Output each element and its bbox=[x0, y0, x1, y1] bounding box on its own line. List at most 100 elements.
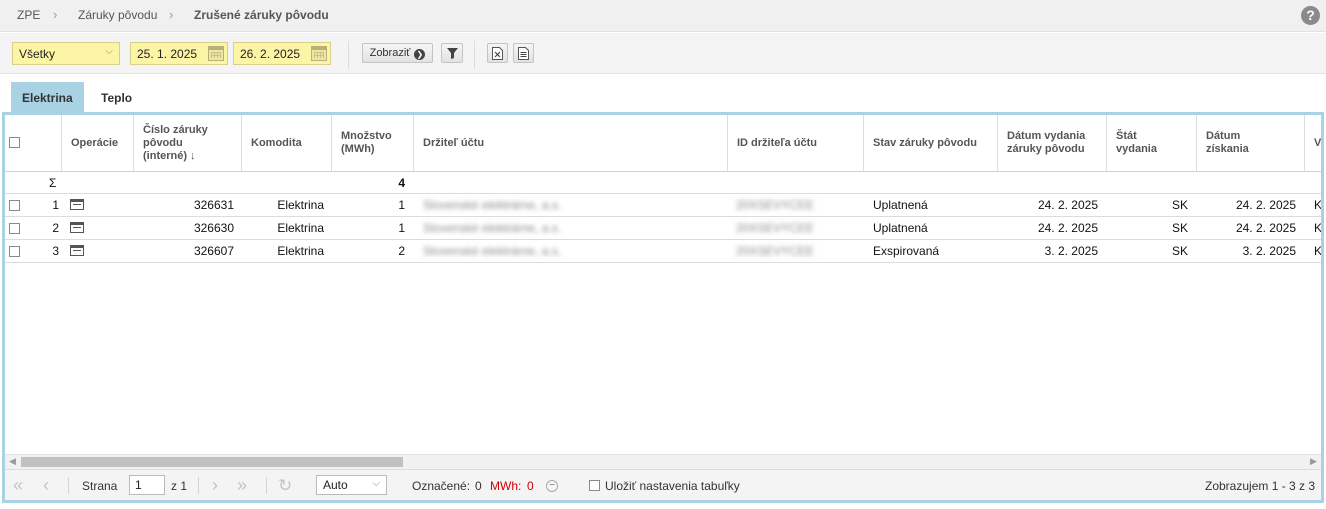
refresh-icon[interactable]: ↻ bbox=[278, 476, 292, 496]
export-excel-button[interactable] bbox=[487, 43, 508, 63]
row-detail-icon[interactable] bbox=[70, 245, 84, 256]
date-to-input[interactable]: 26. 2. 2025 bbox=[233, 42, 331, 65]
table-header: Operácie Číslo záruky pôvodu (interné) ↓… bbox=[5, 115, 1321, 172]
cell-amount: 2 bbox=[398, 244, 405, 258]
row-index: 1 bbox=[52, 198, 59, 212]
calendar-icon[interactable] bbox=[311, 46, 327, 61]
select-all-checkbox[interactable] bbox=[9, 137, 20, 148]
cell-acquired: 24. 2. 2025 bbox=[1235, 221, 1296, 235]
cell-issue-state: SK bbox=[1171, 198, 1188, 212]
toolbar: Všetky ⌵ 25. 1. 2025 26. 2. 2025 Zobrazi… bbox=[0, 33, 1326, 74]
scroll-left-icon[interactable]: ◀ bbox=[9, 456, 16, 467]
header-state[interactable]: Stav záruky pôvodu bbox=[864, 115, 998, 171]
export-pdf-button[interactable] bbox=[513, 43, 534, 63]
marked-count: 0 bbox=[475, 479, 482, 493]
cell-commodity: Elektrina bbox=[277, 221, 324, 235]
header-issue-state[interactable]: Štát vydania bbox=[1107, 115, 1197, 171]
header-holder-id[interactable]: ID držiteľa účtu bbox=[728, 115, 864, 171]
breadcrumb: ZPE › Záruky pôvodu › Zrušené záruky pôv… bbox=[0, 0, 1326, 32]
pager: « ‹ Strana 1 z 1 › » ↻ Auto ⌵ Označené: … bbox=[5, 469, 1321, 500]
header-number-label: Číslo záruky pôvodu (interné) ↓ bbox=[143, 123, 208, 162]
scroll-right-icon[interactable]: ▶ bbox=[1310, 456, 1317, 467]
cell-next: K bbox=[1314, 221, 1321, 235]
scrollbar-thumb[interactable] bbox=[21, 457, 403, 467]
cell-issue-state: SK bbox=[1171, 244, 1188, 258]
records-summary: Zobrazujem 1 - 3 z 3 bbox=[1205, 479, 1316, 493]
cell-commodity: Elektrina bbox=[277, 244, 324, 258]
help-icon[interactable]: ? bbox=[1301, 6, 1320, 25]
cell-next: K bbox=[1314, 244, 1321, 258]
horizontal-scrollbar[interactable]: ◀ ▶ bbox=[5, 454, 1321, 469]
date-from-value: 25. 1. 2025 bbox=[137, 47, 198, 61]
filter-select[interactable]: Všetky ⌵ bbox=[12, 42, 120, 65]
last-page-icon[interactable]: » bbox=[237, 475, 247, 496]
pager-divider bbox=[266, 477, 267, 494]
grid-panel: Operácie Číslo záruky pôvodu (interné) ↓… bbox=[2, 112, 1324, 503]
cell-acquired: 24. 2. 2025 bbox=[1235, 198, 1296, 212]
first-page-icon[interactable]: « bbox=[13, 475, 23, 496]
row-index: 2 bbox=[52, 221, 59, 235]
cell-state: Exspirovaná bbox=[873, 244, 940, 258]
header-amount[interactable]: Množstvo (MWh) bbox=[332, 115, 414, 171]
cell-next: K bbox=[1314, 198, 1321, 212]
cell-issue-date: 24. 2. 2025 bbox=[1037, 198, 1098, 212]
show-button[interactable]: Zobraziť ❯ bbox=[362, 43, 433, 63]
cell-holder: Slovenské elektrárne, a.s. bbox=[423, 244, 562, 258]
page-number-input[interactable]: 1 bbox=[129, 475, 165, 495]
cell-holder-id: 20XSEVYCEE bbox=[736, 221, 815, 235]
cell-number: 326607 bbox=[193, 244, 234, 258]
cell-amount: 1 bbox=[398, 221, 405, 235]
breadcrumb-item-zpe[interactable]: ZPE bbox=[17, 8, 40, 22]
header-number[interactable]: Číslo záruky pôvodu (interné) ↓ bbox=[134, 115, 242, 171]
pager-divider bbox=[68, 477, 69, 494]
calendar-icon[interactable] bbox=[208, 46, 224, 61]
prev-page-icon[interactable]: ‹ bbox=[43, 475, 49, 496]
row-checkbox[interactable] bbox=[9, 223, 20, 234]
header-select-all bbox=[5, 115, 62, 171]
tabs-bar: Elektrina Teplo bbox=[0, 75, 1326, 112]
mwh-value: 0 bbox=[527, 479, 534, 493]
pager-divider bbox=[198, 477, 199, 494]
row-detail-icon[interactable] bbox=[70, 199, 84, 210]
header-acquired[interactable]: Dátum získania bbox=[1197, 115, 1305, 171]
header-next[interactable]: Vy bbox=[1305, 115, 1321, 171]
breadcrumb-current: Zrušené záruky pôvodu bbox=[194, 8, 329, 22]
row-detail-icon[interactable] bbox=[70, 222, 84, 233]
cell-acquired: 3. 2. 2025 bbox=[1242, 244, 1296, 258]
save-settings-checkbox[interactable] bbox=[589, 480, 600, 491]
cell-amount: 1 bbox=[398, 198, 405, 212]
cell-number: 326630 bbox=[193, 221, 234, 235]
header-issue-state-label: Štát vydania bbox=[1116, 130, 1157, 155]
sum-symbol: Σ bbox=[49, 176, 57, 190]
page-size-value: Auto bbox=[323, 478, 348, 492]
mwh-label: MWh: bbox=[490, 479, 522, 493]
breadcrumb-separator: › bbox=[53, 7, 58, 22]
show-button-label: Zobraziť bbox=[369, 47, 411, 59]
header-commodity[interactable]: Komodita bbox=[242, 115, 332, 171]
chevron-down-icon: ⌵ bbox=[105, 46, 113, 57]
header-holder[interactable]: Držiteľ účtu bbox=[414, 115, 728, 171]
date-from-input[interactable]: 25. 1. 2025 bbox=[130, 42, 228, 65]
table-row[interactable]: 2 326630 Elektrina 1 Slovenské elektrárne, a… bbox=[5, 217, 1321, 240]
tab-elektrina[interactable]: Elektrina bbox=[11, 82, 84, 112]
clear-marked-icon[interactable]: − bbox=[546, 480, 558, 492]
cell-issue-date: 3. 2. 2025 bbox=[1044, 244, 1098, 258]
header-operations[interactable]: Operácie bbox=[62, 115, 134, 171]
next-page-icon[interactable]: › bbox=[212, 475, 218, 496]
breadcrumb-item-guarantees[interactable]: Záruky pôvodu bbox=[78, 8, 157, 22]
header-issue-date[interactable]: Dátum vydania záruky pôvodu bbox=[998, 115, 1107, 171]
tab-teplo[interactable]: Teplo bbox=[90, 82, 143, 112]
page-size-select[interactable]: Auto ⌵ bbox=[316, 475, 387, 495]
row-checkbox[interactable] bbox=[9, 246, 20, 257]
cell-state: Uplatnená bbox=[873, 221, 928, 235]
table-row[interactable]: 3 326607 Elektrina 2 Slovenské elektrárne, a… bbox=[5, 240, 1321, 263]
cell-holder-id: 20XSEVYCEE bbox=[736, 198, 815, 212]
row-checkbox[interactable] bbox=[9, 200, 20, 211]
cell-number: 326631 bbox=[193, 198, 234, 212]
toolbar-divider bbox=[474, 41, 475, 69]
excel-icon bbox=[492, 47, 503, 60]
table-row[interactable]: 1 326631 Elektrina 1 Slovenské elektrárne, a… bbox=[5, 194, 1321, 217]
arrow-right-icon: ❯ bbox=[414, 49, 426, 60]
filter-button[interactable] bbox=[441, 43, 463, 63]
summary-row: Σ 4 bbox=[5, 172, 1321, 194]
